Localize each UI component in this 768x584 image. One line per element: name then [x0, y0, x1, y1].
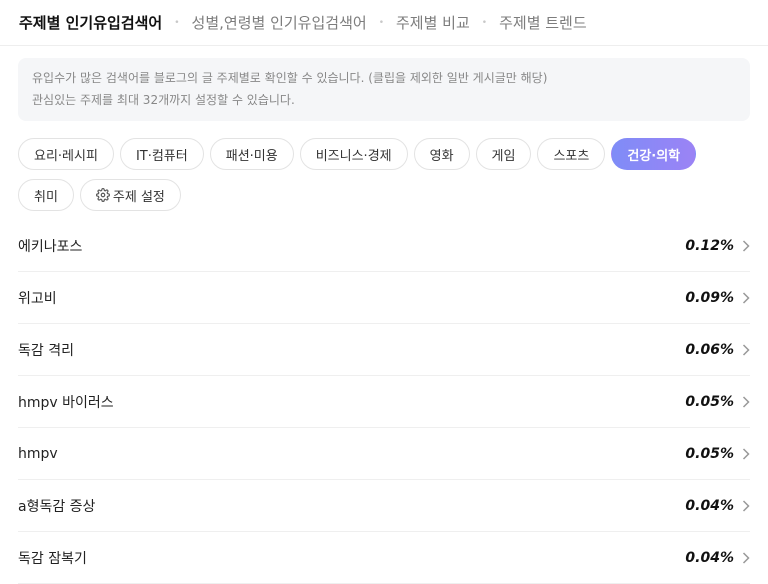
keyword-label: hmpv — [18, 445, 58, 462]
info-box: 유입수가 많은 검색어를 블로그의 글 주제별로 확인할 수 있습니다. (클립… — [18, 58, 750, 121]
chip-hobby[interactable]: 취미 — [18, 179, 74, 211]
keyword-label: 독감 격리 — [18, 342, 74, 359]
chevron-right-icon — [742, 395, 750, 408]
keyword-share: 0.05% — [685, 445, 734, 462]
top-navigation: 주제별 인기유입검색어 • 성별,연령별 인기유입검색어 • 주제별 비교 • … — [0, 0, 768, 46]
chevron-right-icon — [742, 499, 750, 512]
chip-it-computer[interactable]: IT·컴퓨터 — [119, 138, 204, 170]
chevron-right-icon — [742, 291, 750, 304]
chip-game[interactable]: 게임 — [475, 138, 532, 170]
keyword-share: 0.06% — [685, 341, 734, 358]
chip-row: 취미 주제 설정 — [18, 179, 750, 211]
keyword-list: 에키나포스 0.12% 위고비 0.09% 독감 격리 0.06% hmpv 바… — [0, 220, 768, 584]
keyword-share: 0.04% — [685, 497, 734, 514]
topic-settings-label: 주제 설정 — [112, 189, 165, 205]
keyword-share: 0.12% — [685, 237, 734, 254]
keyword-label: a형독감 증상 — [18, 498, 96, 515]
chevron-right-icon — [742, 343, 750, 356]
keyword-row[interactable]: hmpv 0.05% — [18, 428, 750, 480]
topic-settings-button[interactable]: 주제 설정 — [79, 179, 181, 211]
keyword-row[interactable]: 에키나포스 0.12% — [18, 220, 750, 272]
gear-icon — [95, 188, 110, 202]
keyword-row[interactable]: a형독감 증상 0.04% — [18, 480, 750, 532]
chip-business-economy[interactable]: 비즈니스·경제 — [299, 138, 408, 170]
chip-health-medicine[interactable]: 건강·의학 — [611, 138, 697, 170]
chevron-right-icon — [742, 447, 750, 460]
nav-tab-topic-popular-keywords[interactable]: 주제별 인기유입검색어 — [19, 12, 162, 33]
nav-separator: • — [378, 17, 384, 28]
chevron-right-icon — [742, 551, 750, 564]
chip-row: 요리·레시피 IT·컴퓨터 패션·미용 비즈니스·경제 영화 게임 스포츠 건강… — [18, 138, 750, 170]
nav-separator: • — [174, 17, 180, 28]
nav-tab-topic-trend[interactable]: 주제별 트렌드 — [499, 12, 587, 33]
chevron-right-icon — [742, 239, 750, 252]
keyword-row[interactable]: 위고비 0.09% — [18, 272, 750, 324]
chip-fashion-beauty[interactable]: 패션·미용 — [209, 138, 294, 170]
keyword-label: 에키나포스 — [18, 238, 83, 255]
nav-separator: • — [481, 17, 488, 28]
keyword-share: 0.09% — [685, 289, 734, 306]
keyword-share: 0.05% — [685, 393, 734, 410]
info-line: 유입수가 많은 검색어를 블로그의 글 주제별로 확인할 수 있습니다. (클립… — [32, 71, 548, 85]
chip-cooking-recipe[interactable]: 요리·레시피 — [18, 138, 114, 170]
info-line: 관심있는 주제를 최대 32개까지 설정할 수 있습니다. — [32, 93, 295, 107]
keyword-label: hmpv 바이러스 — [18, 394, 114, 411]
chip-sports[interactable]: 스포츠 — [537, 138, 606, 170]
keyword-share: 0.04% — [685, 549, 734, 566]
keyword-row[interactable]: 독감 격리 0.06% — [18, 324, 750, 376]
keyword-label: 위고비 — [18, 290, 57, 307]
keyword-row[interactable]: 독감 잠복기 0.04% — [18, 532, 750, 584]
keyword-row[interactable]: hmpv 바이러스 0.05% — [18, 376, 750, 428]
keyword-label: 독감 잠복기 — [18, 550, 87, 567]
topic-chip-group: 요리·레시피 IT·컴퓨터 패션·미용 비즈니스·경제 영화 게임 스포츠 건강… — [0, 138, 768, 211]
chip-movie[interactable]: 영화 — [413, 138, 470, 170]
nav-tab-gender-age-keywords[interactable]: 성별,연령별 인기유입검색어 — [192, 12, 367, 33]
nav-tab-topic-compare[interactable]: 주제별 비교 — [396, 12, 470, 33]
